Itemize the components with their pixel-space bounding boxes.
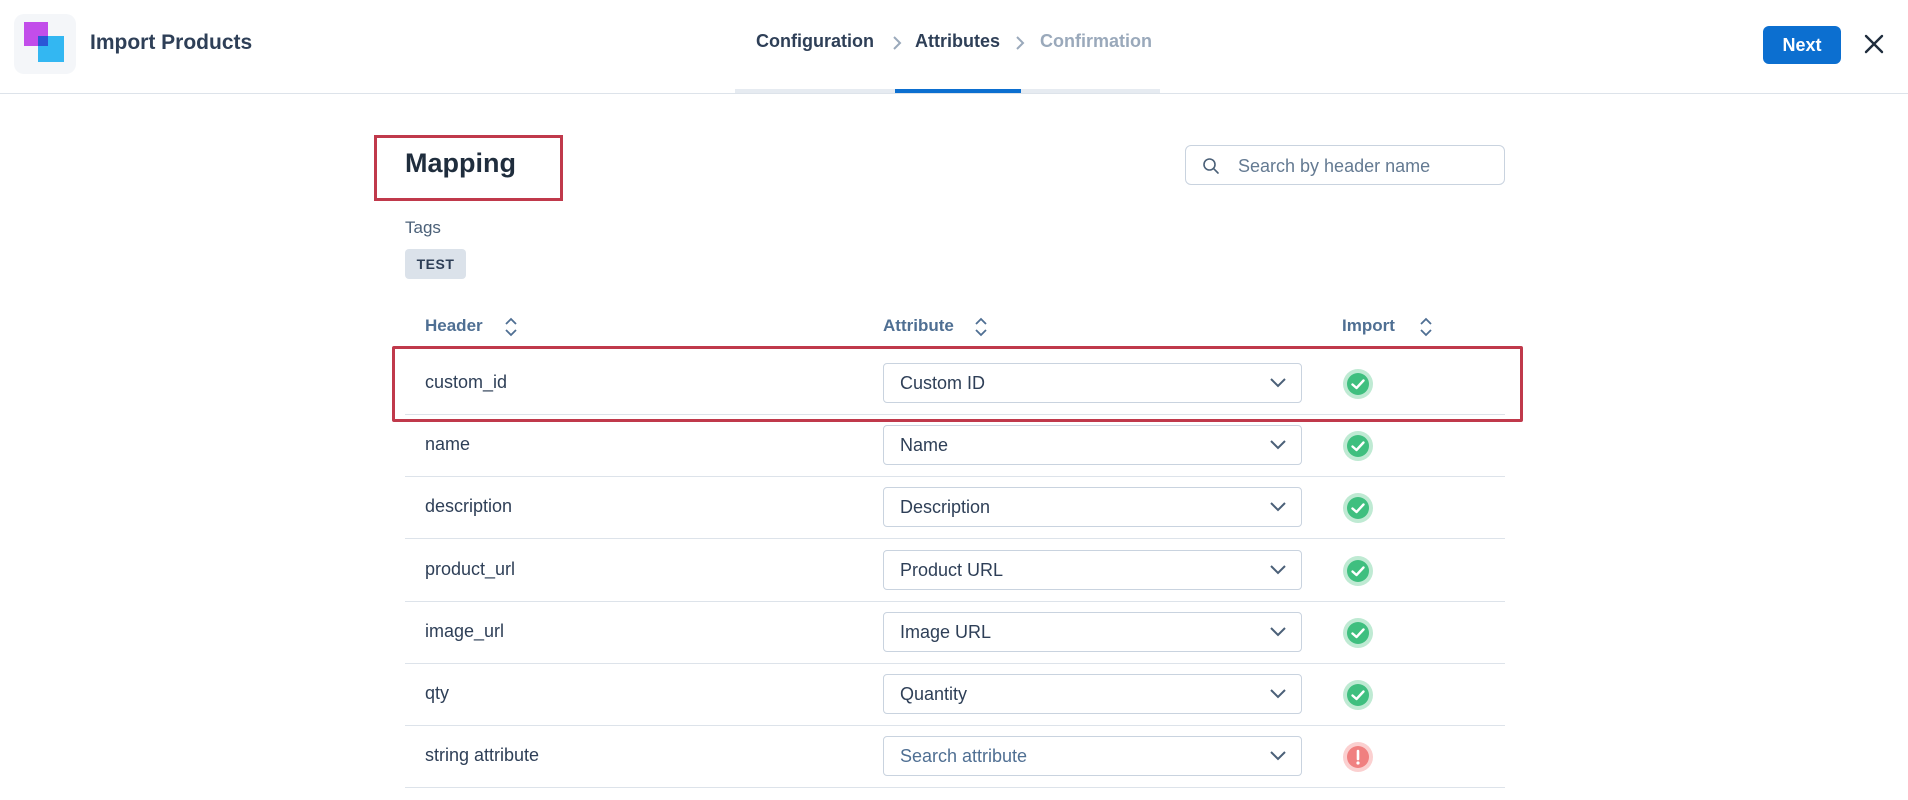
check-circle-icon: [1343, 617, 1373, 648]
close-icon[interactable]: [1862, 32, 1886, 56]
attribute-select-value: Name: [900, 435, 949, 456]
column-header-label: Attribute: [883, 316, 954, 335]
check-circle-icon: [1343, 680, 1373, 710]
sort-icon: [1420, 317, 1432, 337]
chevron-down-icon: [1270, 751, 1286, 761]
column-header-header[interactable]: Header: [425, 316, 517, 337]
chevron-right-icon: [893, 36, 902, 50]
sort-icon: [505, 317, 517, 337]
attribute-select-value: Quantity: [900, 684, 968, 704]
table-row: product_url Product URL: [405, 540, 1505, 602]
chevron-down-icon: [1270, 689, 1286, 699]
attribute-select[interactable]: Quantity: [883, 674, 1302, 714]
page-title: Mapping: [405, 148, 516, 178]
attribute-select-value: Product URL: [900, 559, 1004, 580]
row-highlight: [392, 346, 1523, 422]
step-progress-attributes: [895, 89, 1021, 93]
app-title: Import Products: [90, 31, 253, 54]
row-header-name: name: [425, 434, 471, 455]
search-placeholder: Search by header name: [1238, 156, 1431, 176]
attribute-select-value: Description: [900, 497, 991, 518]
row-header-name: string attribute: [425, 745, 540, 766]
chevron-right-icon: [1016, 36, 1025, 50]
check-circle-icon: [1343, 555, 1373, 586]
tags-label: Tags: [405, 218, 441, 237]
search-input[interactable]: Search by header name: [1185, 145, 1505, 185]
chevron-down-icon: [1270, 502, 1286, 512]
attribute-select[interactable]: Product URL: [883, 549, 1302, 590]
chevron-down-icon: [1270, 627, 1286, 637]
step-progress-configuration: [735, 89, 895, 93]
chevron-down-icon: [1270, 564, 1286, 575]
table-row: description Description: [405, 477, 1505, 540]
step-attributes[interactable]: Attributes: [915, 31, 1000, 52]
row-header-name: product_url: [425, 558, 516, 579]
attribute-select-value: Image URL: [900, 621, 992, 642]
attribute-select[interactable]: Search attribute: [883, 736, 1302, 777]
sort-icon: [975, 317, 987, 337]
table-row: image_url Image URL: [405, 602, 1505, 664]
check-circle-icon: [1343, 431, 1373, 462]
row-header-name: qty: [425, 683, 450, 703]
step-configuration[interactable]: Configuration: [756, 31, 874, 52]
table-row: string attribute Search attribute: [405, 726, 1505, 789]
column-header-label: Import: [1342, 316, 1395, 335]
chevron-down-icon: [1270, 440, 1286, 450]
next-button[interactable]: Next: [1763, 26, 1841, 64]
column-header-attribute[interactable]: Attribute: [883, 316, 987, 337]
step-confirmation[interactable]: Confirmation: [1040, 31, 1152, 52]
check-circle-icon: [1343, 493, 1373, 524]
step-progress-confirmation: [1021, 89, 1160, 93]
table-row: qty Quantity: [405, 664, 1505, 726]
attribute-select[interactable]: Name: [883, 425, 1302, 466]
attribute-select[interactable]: Description: [883, 487, 1302, 528]
column-header-import[interactable]: Import: [1342, 316, 1432, 337]
column-header-label: Header: [425, 316, 483, 335]
attribute-select-value: Search attribute: [900, 746, 1028, 767]
step-navigation: Configuration Attributes Confirmation: [735, 0, 1175, 94]
tag-badge: TEST: [405, 249, 466, 279]
alert-circle-icon: [1343, 742, 1373, 773]
app-logo-icon: [14, 14, 76, 74]
table-row: name Name: [405, 415, 1505, 478]
top-bar: Import Products Configuration Attributes…: [0, 0, 1908, 94]
row-header-name: description: [425, 496, 513, 517]
row-header-name: image_url: [425, 620, 505, 641]
search-icon: [1203, 158, 1219, 174]
attribute-select[interactable]: Image URL: [883, 611, 1302, 652]
